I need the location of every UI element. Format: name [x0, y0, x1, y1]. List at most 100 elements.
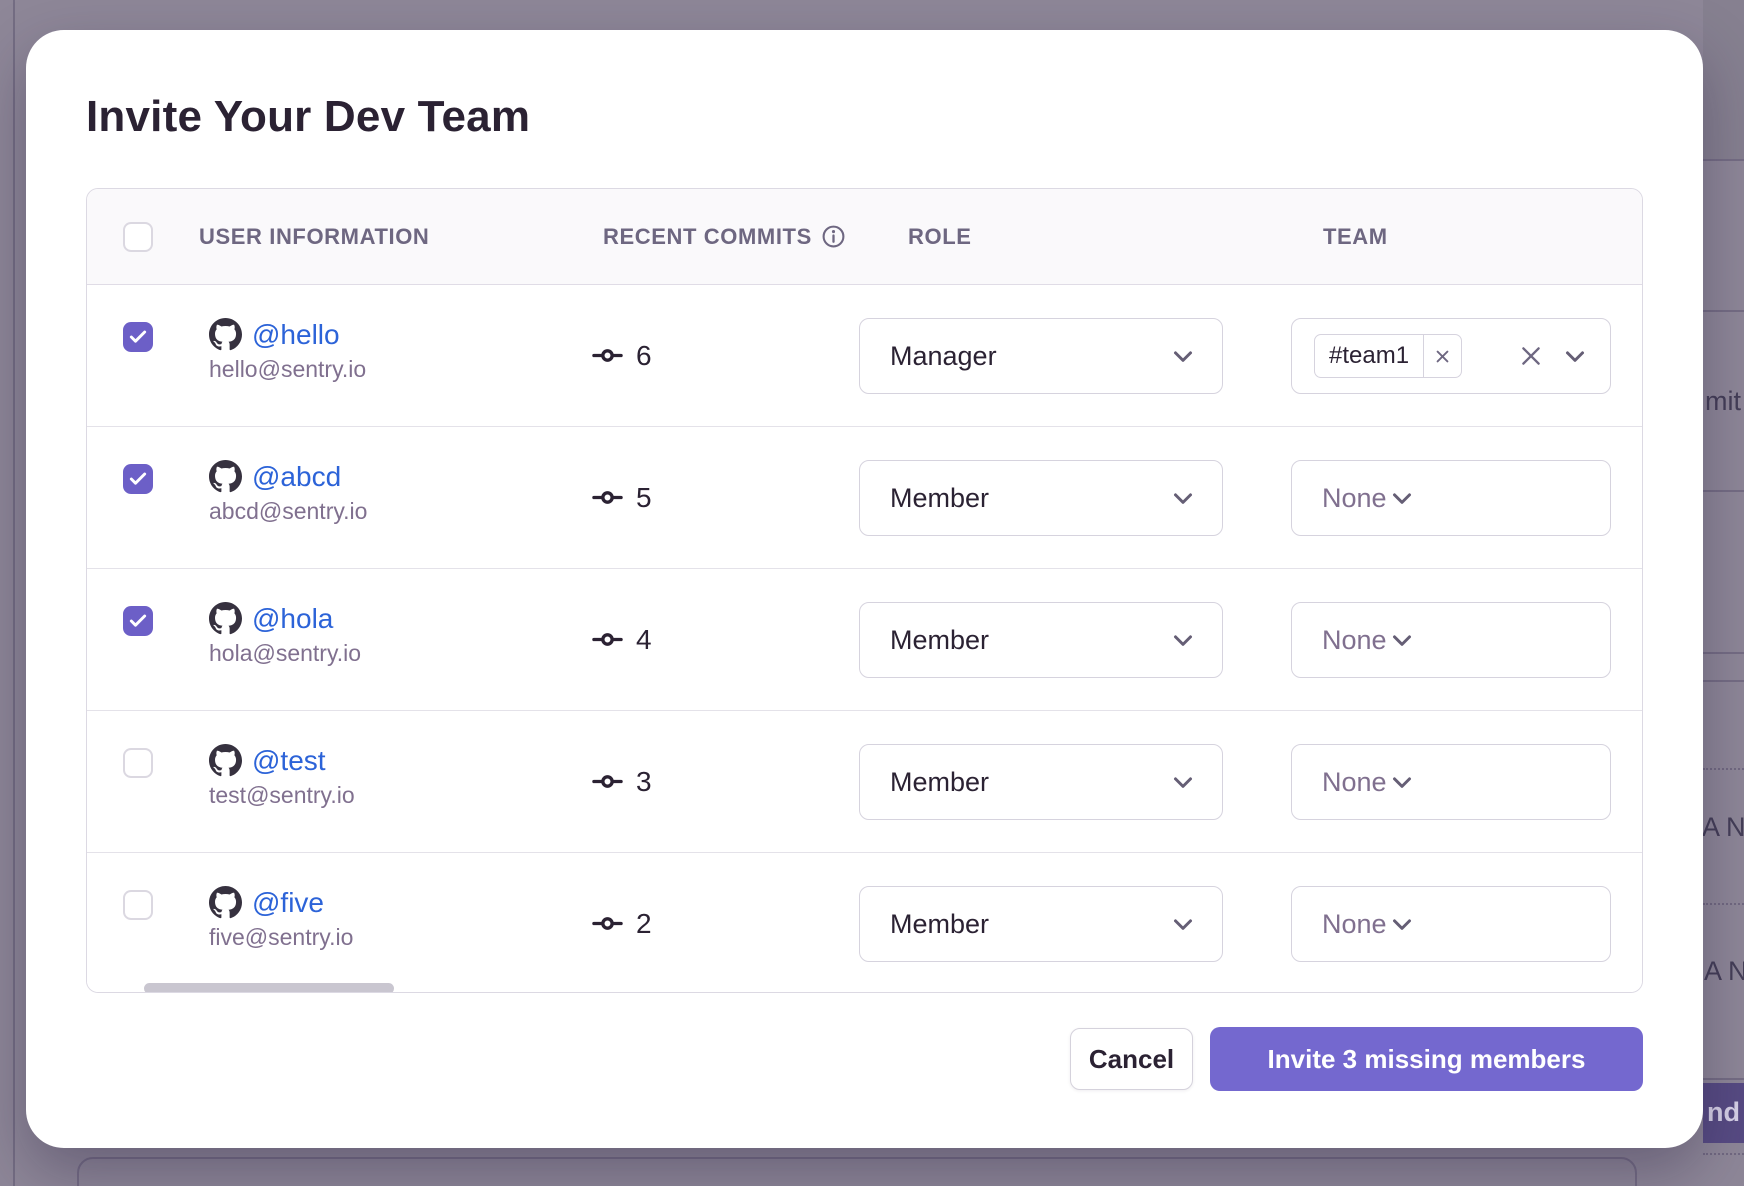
cancel-button[interactable]: Cancel	[1070, 1028, 1193, 1090]
role-select[interactable]: Manager	[859, 318, 1223, 394]
table-row: @five five@sentry.io 2 Member None	[87, 852, 1642, 993]
role-select-value: Member	[890, 909, 989, 940]
recent-commits-cell: 5	[592, 427, 652, 568]
chevron-down-icon	[1387, 625, 1417, 655]
role-select[interactable]: Member	[859, 602, 1223, 678]
background-button-text: nd	[1707, 1097, 1740, 1128]
page-title: Invite Your Dev Team	[86, 92, 530, 142]
user-email: five@sentry.io	[209, 924, 353, 951]
team-select[interactable]: None	[1291, 886, 1611, 962]
background-divider	[1703, 652, 1744, 654]
github-username-link[interactable]: @hola	[252, 603, 333, 635]
commit-icon	[592, 908, 623, 939]
row-checkbox[interactable]	[123, 606, 153, 636]
team-tag-group: #team1	[1314, 334, 1462, 378]
commit-icon	[592, 624, 623, 655]
team-tag-remove-icon[interactable]	[1423, 335, 1461, 377]
row-checkbox[interactable]	[123, 322, 153, 352]
info-icon[interactable]	[821, 224, 846, 249]
row-checkbox[interactable]	[123, 890, 153, 920]
background-divider	[1703, 310, 1744, 312]
commit-count: 4	[636, 624, 652, 656]
role-select-value: Member	[890, 483, 989, 514]
background-panel-edge	[77, 1157, 1637, 1186]
chevron-down-icon	[1560, 341, 1590, 371]
column-header-recent-commits: RECENT COMMITS	[603, 224, 846, 250]
recent-commits-cell: 4	[592, 569, 652, 710]
team-none-value: None	[1314, 767, 1387, 798]
column-header-user-information: USER INFORMATION	[199, 224, 429, 250]
github-icon	[209, 744, 242, 777]
background-dotted-divider	[1703, 903, 1744, 905]
team-none-value: None	[1314, 909, 1387, 940]
user-email: hola@sentry.io	[209, 640, 361, 667]
checkmark-icon	[128, 327, 148, 347]
team-select[interactable]: None	[1291, 602, 1611, 678]
role-select[interactable]: Member	[859, 460, 1223, 536]
role-select-value: Member	[890, 767, 989, 798]
background-dotted-divider	[1703, 768, 1744, 770]
team-select[interactable]: None	[1291, 460, 1611, 536]
github-icon	[209, 318, 242, 351]
user-info-cell: @abcd abcd@sentry.io	[209, 460, 367, 525]
commit-icon	[592, 482, 623, 513]
recent-commits-cell: 2	[592, 853, 652, 993]
select-all-checkbox[interactable]	[123, 222, 153, 252]
commit-count: 2	[636, 908, 652, 940]
user-email: test@sentry.io	[209, 782, 355, 809]
background-divider	[1703, 159, 1744, 161]
role-select-value: Member	[890, 625, 989, 656]
table-body: @hello hello@sentry.io 6 Manager #team1	[87, 285, 1642, 993]
row-checkbox[interactable]	[123, 464, 153, 494]
horizontal-scrollbar-thumb[interactable]	[144, 983, 394, 993]
team-none-value: None	[1314, 625, 1387, 656]
commit-count: 3	[636, 766, 652, 798]
commit-icon	[592, 766, 623, 797]
github-username-link[interactable]: @abcd	[252, 461, 341, 493]
github-icon	[209, 460, 242, 493]
team-tag-label: #team1	[1315, 342, 1423, 370]
background-divider	[1703, 490, 1744, 492]
chevron-down-icon	[1168, 483, 1198, 513]
team-clear-icon[interactable]	[1518, 343, 1544, 369]
table-row: @test test@sentry.io 3 Member None	[87, 710, 1642, 852]
chevron-down-icon	[1168, 341, 1198, 371]
chevron-down-icon	[1387, 767, 1417, 797]
invite-dev-team-modal: Invite Your Dev Team USER INFORMATION RE…	[26, 30, 1703, 1148]
commit-count: 5	[636, 482, 652, 514]
recent-commits-cell: 6	[592, 285, 652, 426]
chevron-down-icon	[1168, 767, 1198, 797]
commit-icon	[592, 340, 623, 371]
github-username-link[interactable]: @five	[252, 887, 324, 919]
background-band	[1703, 0, 1744, 159]
role-select-value: Manager	[890, 341, 997, 372]
table-row: @abcd abcd@sentry.io 5 Member None	[87, 426, 1642, 568]
table-header-row: USER INFORMATION RECENT COMMITS ROLE TEA…	[87, 189, 1642, 285]
members-table: USER INFORMATION RECENT COMMITS ROLE TEA…	[86, 188, 1643, 993]
team-select[interactable]: None	[1291, 744, 1611, 820]
checkmark-icon	[128, 469, 148, 489]
background-divider	[1703, 680, 1744, 682]
chevron-down-icon	[1387, 483, 1417, 513]
user-info-cell: @five five@sentry.io	[209, 886, 353, 951]
background-dotted-divider	[1703, 1153, 1744, 1155]
invite-missing-members-button[interactable]: Invite 3 missing members	[1210, 1027, 1643, 1091]
chevron-down-icon	[1168, 625, 1198, 655]
background-text-fragment: mit	[1705, 386, 1741, 417]
table-row: @hello hello@sentry.io 6 Manager #team1	[87, 285, 1642, 426]
role-select[interactable]: Member	[859, 886, 1223, 962]
github-username-link[interactable]: @test	[252, 745, 326, 777]
team-select[interactable]: #team1	[1291, 318, 1611, 394]
column-header-role: ROLE	[908, 224, 972, 250]
github-username-link[interactable]: @hello	[252, 319, 340, 351]
user-email: hello@sentry.io	[209, 356, 366, 383]
user-info-cell: @hola hola@sentry.io	[209, 602, 361, 667]
commit-count: 6	[636, 340, 652, 372]
row-checkbox[interactable]	[123, 748, 153, 778]
role-select[interactable]: Member	[859, 744, 1223, 820]
background-divider	[1703, 1078, 1744, 1080]
user-info-cell: @hello hello@sentry.io	[209, 318, 366, 383]
github-icon	[209, 602, 242, 635]
team-none-value: None	[1314, 483, 1387, 514]
checkmark-icon	[128, 611, 148, 631]
